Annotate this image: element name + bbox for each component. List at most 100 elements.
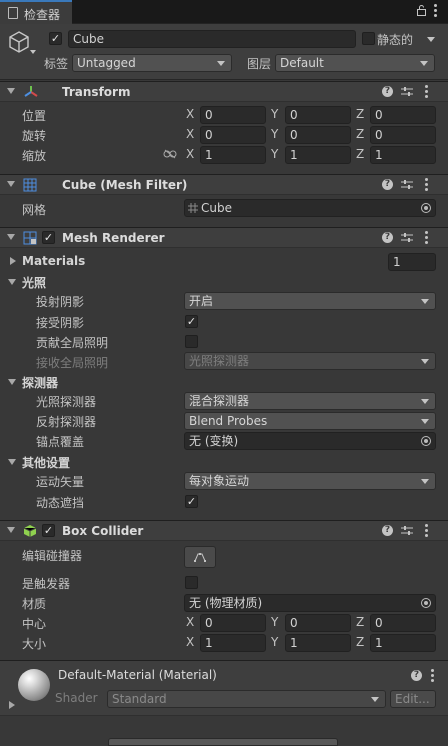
materials-foldout-icon[interactable] bbox=[10, 257, 16, 265]
contribute-gi-checkbox[interactable] bbox=[185, 335, 198, 348]
help-icon[interactable]: ? bbox=[382, 86, 393, 97]
y-label[interactable]: Y bbox=[271, 127, 278, 141]
scale-z-field[interactable]: 1 bbox=[370, 146, 436, 164]
lighting-foldout-icon[interactable] bbox=[8, 279, 16, 285]
z-label[interactable]: Z bbox=[356, 615, 364, 629]
shader-dropdown[interactable]: Standard bbox=[107, 690, 386, 708]
center-x-field[interactable]: 0 bbox=[200, 614, 266, 632]
fold-arrow-icon[interactable] bbox=[7, 88, 15, 94]
static-checkbox[interactable] bbox=[362, 32, 375, 45]
tag-label: 标签 bbox=[44, 57, 69, 71]
light-probes-label: 光照探测器 bbox=[36, 395, 97, 409]
y-label[interactable]: Y bbox=[271, 615, 278, 629]
size-x-field[interactable]: 1 bbox=[200, 634, 266, 652]
context-menu-icon[interactable] bbox=[425, 178, 428, 191]
help-icon[interactable]: ? bbox=[411, 670, 422, 681]
help-icon[interactable]: ? bbox=[382, 525, 393, 536]
position-x-field[interactable]: 0 bbox=[200, 106, 266, 124]
context-menu-icon[interactable] bbox=[425, 85, 428, 98]
dynamic-occlusion-checkbox[interactable]: ✓ bbox=[185, 495, 198, 508]
receive-shadows-checkbox[interactable]: ✓ bbox=[185, 315, 198, 328]
presets-icon[interactable] bbox=[401, 179, 413, 190]
mesh-renderer-header[interactable]: ✓ Mesh Renderer ? bbox=[0, 227, 448, 248]
presets-icon[interactable] bbox=[401, 86, 413, 97]
icon-dropdown-arrow[interactable] bbox=[30, 50, 36, 54]
tab-menu-icon[interactable] bbox=[434, 4, 438, 18]
fold-arrow-icon[interactable] bbox=[7, 234, 15, 240]
reflection-probes-dropdown[interactable]: Blend Probes bbox=[184, 412, 436, 430]
position-y-field[interactable]: 0 bbox=[285, 106, 351, 124]
active-checkbox[interactable]: ✓ bbox=[49, 32, 62, 45]
context-menu-icon[interactable] bbox=[425, 231, 428, 244]
other-settings-foldout-icon[interactable] bbox=[8, 459, 16, 465]
z-label[interactable]: Z bbox=[356, 635, 364, 649]
probes-foldout-icon[interactable] bbox=[8, 379, 16, 385]
tag-dropdown[interactable]: Untagged bbox=[72, 54, 232, 72]
fold-arrow-icon[interactable] bbox=[7, 181, 15, 187]
lock-icon[interactable] bbox=[417, 5, 426, 16]
x-label[interactable]: X bbox=[186, 107, 194, 121]
other-settings-header[interactable]: 其他设置 bbox=[22, 454, 70, 471]
object-name-field[interactable]: Cube bbox=[68, 30, 356, 48]
size-y-field[interactable]: 1 bbox=[285, 634, 351, 652]
mesh-renderer-enabled-checkbox[interactable]: ✓ bbox=[42, 231, 55, 244]
mesh-label: 网格 bbox=[22, 203, 47, 217]
dynamic-occlusion-label: 动态遮挡 bbox=[36, 496, 85, 510]
help-icon[interactable]: ? bbox=[382, 179, 393, 190]
rotation-y-field[interactable]: 0 bbox=[285, 126, 351, 144]
receive-shadows-label: 接受阴影 bbox=[36, 316, 85, 330]
material-foldout-icon[interactable] bbox=[9, 701, 15, 709]
position-z-field[interactable]: 0 bbox=[370, 106, 436, 124]
motion-vectors-dropdown[interactable]: 每对象运动 bbox=[184, 472, 436, 490]
tab-inspector[interactable]: 检查器 bbox=[0, 0, 72, 24]
cast-shadows-dropdown[interactable]: 开启 bbox=[184, 292, 436, 310]
mesh-filter-header[interactable]: Cube (Mesh Filter) ? bbox=[0, 174, 448, 195]
y-label[interactable]: Y bbox=[271, 635, 278, 649]
y-label[interactable]: Y bbox=[271, 147, 278, 161]
probes-header[interactable]: 探测器 bbox=[22, 374, 58, 391]
scale-y-field[interactable]: 1 bbox=[285, 146, 351, 164]
box-collider-header[interactable]: ✓ Box Collider ? bbox=[0, 520, 448, 541]
z-label[interactable]: Z bbox=[356, 127, 364, 141]
mesh-icon bbox=[188, 203, 198, 213]
presets-icon[interactable] bbox=[401, 232, 413, 243]
x-label[interactable]: X bbox=[186, 615, 194, 629]
shader-edit-button[interactable]: Edit... bbox=[390, 690, 436, 708]
mesh-field[interactable]: Cube bbox=[184, 199, 436, 217]
presets-icon[interactable] bbox=[401, 525, 413, 536]
light-probes-dropdown[interactable]: 混合探测器 bbox=[184, 392, 436, 410]
x-label[interactable]: X bbox=[186, 127, 194, 141]
context-menu-icon[interactable] bbox=[425, 524, 428, 537]
static-dropdown-arrow[interactable] bbox=[427, 37, 435, 42]
object-picker-icon[interactable] bbox=[421, 203, 431, 213]
scale-x-field[interactable]: 1 bbox=[200, 146, 266, 164]
collider-material-field[interactable]: 无 (物理材质) bbox=[184, 594, 436, 612]
object-picker-icon[interactable] bbox=[421, 436, 431, 446]
rotation-z-field[interactable]: 0 bbox=[370, 126, 436, 144]
edit-collider-button[interactable] bbox=[184, 546, 216, 568]
material-header[interactable]: Default-Material (Material) Shader Stand… bbox=[0, 660, 448, 716]
x-label[interactable]: X bbox=[186, 147, 194, 161]
layer-dropdown[interactable]: Default bbox=[275, 54, 435, 72]
y-label[interactable]: Y bbox=[271, 107, 278, 121]
box-collider-enabled-checkbox[interactable]: ✓ bbox=[42, 524, 55, 537]
link-icon[interactable] bbox=[163, 149, 177, 159]
size-z-field[interactable]: 1 bbox=[370, 634, 436, 652]
is-trigger-checkbox[interactable] bbox=[185, 576, 198, 589]
help-icon[interactable]: ? bbox=[382, 232, 393, 243]
context-menu-icon[interactable] bbox=[431, 669, 434, 682]
z-label[interactable]: Z bbox=[356, 107, 364, 121]
center-z-field[interactable]: 0 bbox=[370, 614, 436, 632]
z-label[interactable]: Z bbox=[356, 147, 364, 161]
anchor-override-field[interactable]: 无 (变换) bbox=[184, 432, 436, 450]
object-picker-icon[interactable] bbox=[421, 598, 431, 608]
add-component-button[interactable] bbox=[108, 738, 338, 746]
x-label[interactable]: X bbox=[186, 635, 194, 649]
materials-label[interactable]: Materials bbox=[22, 254, 85, 268]
lighting-header[interactable]: 光照 bbox=[22, 274, 46, 291]
transform-header[interactable]: Transform ? bbox=[0, 81, 448, 102]
materials-count-field[interactable]: 1 bbox=[388, 253, 436, 271]
center-y-field[interactable]: 0 bbox=[285, 614, 351, 632]
rotation-x-field[interactable]: 0 bbox=[200, 126, 266, 144]
fold-arrow-icon[interactable] bbox=[7, 527, 15, 533]
